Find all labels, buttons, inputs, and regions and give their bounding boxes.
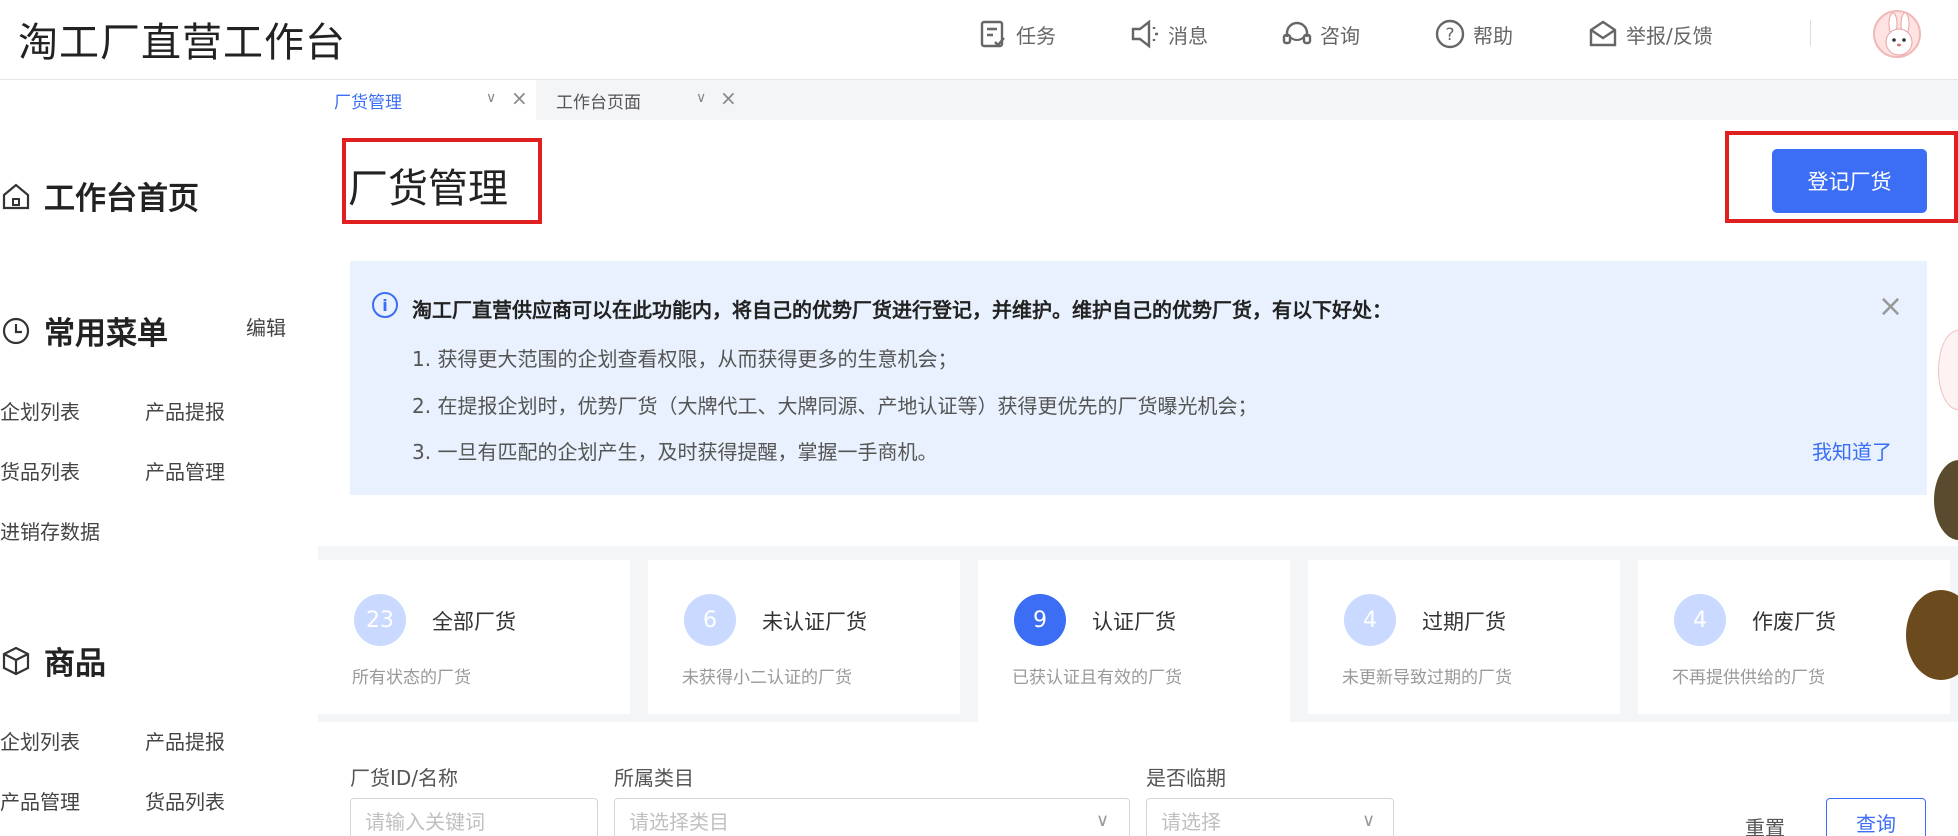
- highlight-box-button: [1725, 131, 1958, 223]
- stat-name: 全部厂货: [432, 610, 516, 634]
- keyword-input[interactable]: [350, 798, 598, 836]
- nav-divider: [1810, 20, 1811, 46]
- nav-message-label: 消息: [1168, 23, 1208, 48]
- highlight-box-title: [342, 138, 542, 224]
- chevron-down-icon[interactable]: ∨: [486, 90, 496, 106]
- filter-label-category: 所属类目: [614, 766, 694, 790]
- stat-desc: 所有状态的厂货: [352, 668, 471, 688]
- sidebar-common-title: 常用菜单: [44, 316, 168, 352]
- notice-line: 1. 获得更大范围的企划查看权限，从而获得更多的生意机会；: [412, 347, 958, 371]
- stat-desc: 未获得小二认证的厂货: [682, 668, 852, 688]
- stat-desc: 不再提供供给的厂货: [1672, 668, 1825, 688]
- nav-help[interactable]: ? 帮助: [1433, 14, 1513, 54]
- stat-count-badge: 6: [684, 594, 736, 646]
- nav-consult[interactable]: 咨询: [1280, 14, 1360, 54]
- sidebar-link[interactable]: 产品提报: [145, 396, 225, 425]
- sidebar-link[interactable]: 货品列表: [145, 786, 225, 815]
- sidebar-link[interactable]: 企划列表: [0, 396, 80, 425]
- info-icon: i: [372, 292, 398, 318]
- sidebar-goods-title: 商品: [44, 646, 106, 682]
- stat-card-void[interactable]: 4 作废厂货 不再提供供给的厂货: [1638, 560, 1950, 714]
- svg-text:?: ?: [1445, 25, 1454, 45]
- stat-count-badge: 4: [1344, 594, 1396, 646]
- stat-count-badge: 4: [1674, 594, 1726, 646]
- stat-desc: 未更新导致过期的厂货: [1342, 668, 1512, 688]
- stat-card-all[interactable]: 23 全部厂货 所有状态的厂货: [318, 560, 630, 714]
- chevron-down-icon: ∨: [1362, 810, 1376, 831]
- reset-button[interactable]: 重置: [1745, 812, 1785, 836]
- feedback-icon: [1589, 20, 1617, 47]
- bunny-avatar-icon: [1885, 12, 1913, 56]
- nav-task[interactable]: 任务: [976, 14, 1056, 54]
- tab-goods-management[interactable]: 厂货管理 ∨ ×: [318, 80, 536, 120]
- stat-name: 认证厂货: [1092, 610, 1176, 634]
- tab-strip: 厂货管理 ∨ × 工作台页面 ∨ ×: [318, 80, 1958, 120]
- help-icon: ?: [1435, 19, 1465, 49]
- chevron-down-icon: ∨: [1096, 810, 1110, 831]
- sidebar-link[interactable]: 进销存数据: [0, 516, 100, 545]
- stat-count-badge: 9: [1014, 594, 1066, 646]
- headset-icon: [1282, 21, 1312, 45]
- filter-label-expiry: 是否临期: [1146, 766, 1226, 790]
- box-icon: [2, 646, 30, 675]
- sidebar-link[interactable]: 企划列表: [0, 726, 80, 755]
- expiry-select[interactable]: [1146, 798, 1394, 836]
- close-icon[interactable]: ×: [1878, 289, 1903, 324]
- speaker-icon: [1131, 19, 1158, 49]
- app-title: 淘工厂直营工作台: [18, 20, 346, 66]
- notice-line: 3. 一旦有匹配的企划产生，及时获得提醒，掌握一手商机。: [412, 440, 938, 464]
- query-button[interactable]: 查询: [1826, 798, 1926, 836]
- stat-name: 作废厂货: [1752, 610, 1836, 634]
- sidebar-link[interactable]: 货品列表: [0, 456, 80, 485]
- sidebar-home-label: 工作台首页: [44, 181, 199, 217]
- stat-count-badge: 23: [354, 594, 406, 646]
- nav-consult-label: 咨询: [1320, 23, 1360, 48]
- close-icon[interactable]: ×: [511, 86, 528, 110]
- nav-message[interactable]: 消息: [1128, 14, 1208, 54]
- nav-feedback-label: 举报/反馈: [1626, 23, 1713, 48]
- stat-name: 过期厂货: [1422, 610, 1506, 634]
- sidebar-home[interactable]: 工作台首页: [0, 173, 199, 218]
- close-icon[interactable]: ×: [720, 86, 737, 110]
- sidebar-link[interactable]: 产品管理: [0, 786, 80, 815]
- sidebar-section-goods[interactable]: 商品: [0, 638, 106, 683]
- top-bar: 淘工厂直营工作台 任务 消息 咨询 ? 帮助 举报/反馈: [0, 0, 1958, 80]
- nav-task-label: 任务: [1016, 23, 1056, 48]
- stat-name: 未认证厂货: [762, 610, 867, 634]
- category-select[interactable]: [614, 798, 1130, 836]
- sidebar-edit-button[interactable]: 编辑: [246, 312, 286, 341]
- notice-heading: 淘工厂直营供应商可以在此功能内，将自己的优势厂货进行登记，并维护。维护自己的优势…: [412, 298, 1392, 322]
- nav-feedback[interactable]: 举报/反馈: [1586, 14, 1713, 54]
- stat-desc: 已获认证且有效的厂货: [1012, 668, 1182, 688]
- chevron-down-icon[interactable]: ∨: [696, 90, 706, 106]
- filter-label-id: 厂货ID/名称: [350, 766, 459, 790]
- tab-label: 工作台页面: [556, 92, 641, 113]
- sidebar-link[interactable]: 产品管理: [145, 456, 225, 485]
- tab-workbench-page[interactable]: 工作台页面 ∨ ×: [540, 80, 756, 120]
- task-icon: [980, 20, 1005, 48]
- stat-card-unverified[interactable]: 6 未认证厂货 未获得小二认证的厂货: [648, 560, 960, 714]
- user-avatar[interactable]: [1873, 10, 1921, 58]
- nav-help-label: 帮助: [1473, 23, 1513, 48]
- tab-label: 厂货管理: [334, 92, 402, 113]
- sidebar-link[interactable]: 产品提报: [145, 726, 225, 755]
- notice-ack-link[interactable]: 我知道了: [1812, 436, 1892, 465]
- notice-line: 2. 在提报企划时，优势厂货（大牌代工、大牌同源、产地认证等）获得更优先的厂货曝…: [412, 394, 1258, 418]
- clock-icon: [2, 317, 30, 344]
- stat-card-expired[interactable]: 4 过期厂货 未更新导致过期的厂货: [1308, 560, 1620, 714]
- sidebar-section-common: 常用菜单: [0, 308, 168, 353]
- home-icon: [2, 183, 30, 209]
